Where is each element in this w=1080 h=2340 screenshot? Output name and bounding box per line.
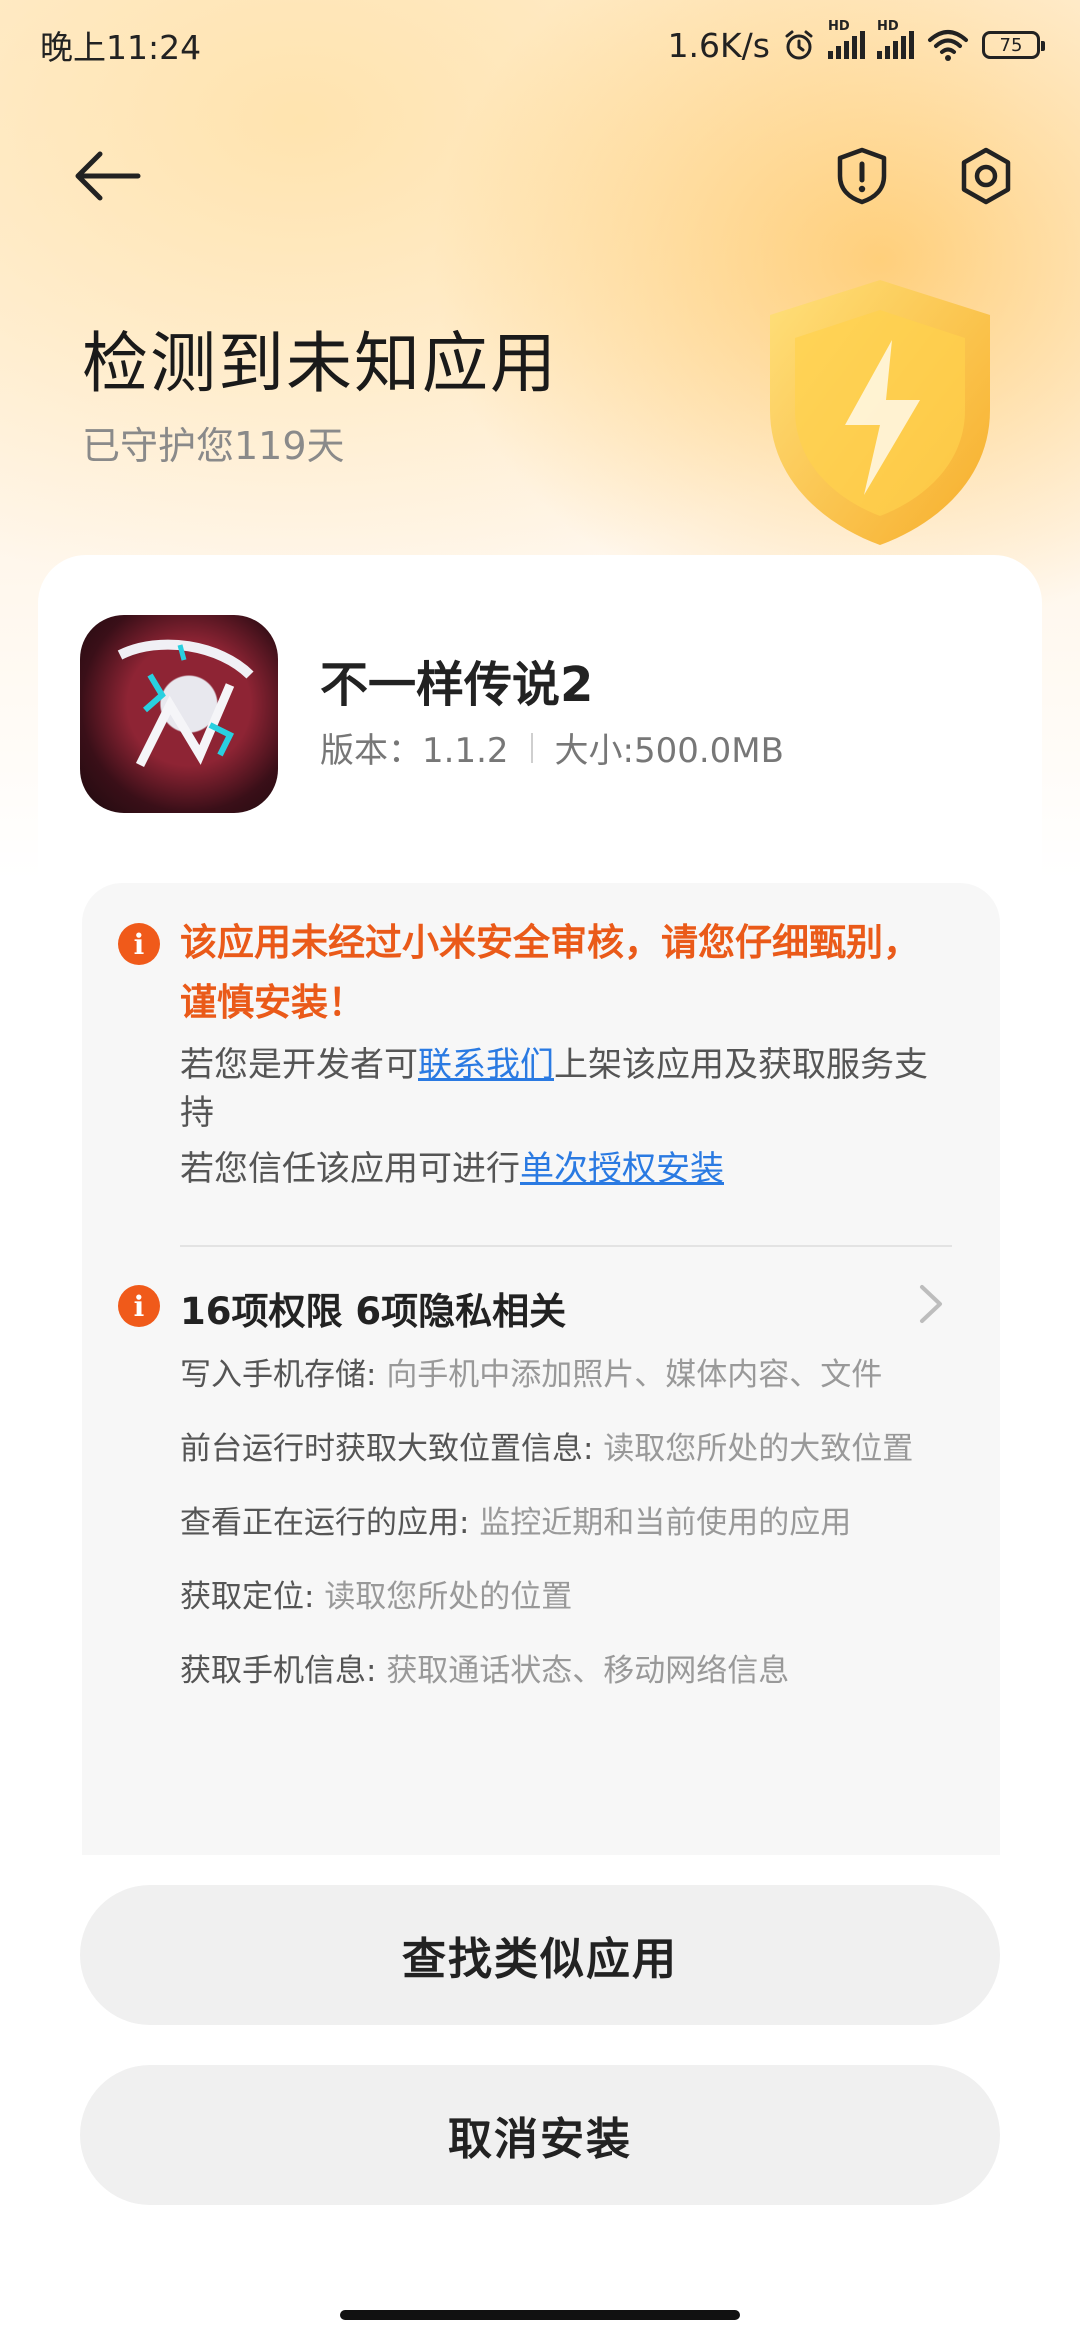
permission-desc: 向手机中添加照片、媒体内容、文件 [386, 1357, 883, 1393]
status-icons: 1.6K/s HD HD 75 [667, 19, 1045, 65]
network-speed: 1.6K/s [667, 25, 770, 65]
list-item: 前台运行时获取大致位置信息: 读取您所处的大致位置 [180, 1427, 950, 1471]
lightning-shield-icon [770, 280, 990, 545]
signal-2-icon: HD [877, 19, 914, 59]
trust-text-prefix: 若您信任该应用可进行 [180, 1149, 520, 1189]
chevron-right-icon [920, 1285, 942, 1323]
divider [180, 1245, 952, 1247]
alarm-icon [785, 30, 813, 60]
signal-1-hd: HD [828, 19, 850, 34]
signal-1-icon: HD [828, 19, 865, 59]
app-info-card: 不一样传说2 版本：1.1.2 大小:500.0MB i 该应用未经过小米安全审… [38, 555, 1042, 1855]
trust-install-text: 若您信任该应用可进行单次授权安装 [180, 1145, 724, 1193]
battery-icon: 75 [982, 31, 1045, 59]
gear-icon[interactable] [954, 144, 1018, 208]
wifi-icon [928, 30, 968, 61]
protection-days: 已守护您119天 [82, 424, 345, 468]
shield-exclamation-icon[interactable] [830, 144, 894, 208]
meta-divider [530, 732, 533, 763]
status-bar: 晚上11:24 1.6K/s HD HD 75 [0, 0, 1080, 90]
list-item: 获取手机信息: 获取通话状态、移动网络信息 [180, 1649, 950, 1693]
contact-us-link[interactable]: 联系我们 [418, 1045, 554, 1085]
info-icon: i [118, 1285, 160, 1327]
app-version: 版本：1.1.2 [320, 731, 509, 771]
permission-desc: 读取您所处的大致位置 [603, 1431, 914, 1467]
list-item: 获取定位: 读取您所处的位置 [180, 1575, 950, 1619]
permission-list: 写入手机存储: 向手机中添加照片、媒体内容、文件 前台运行时获取大致位置信息: … [180, 1353, 950, 1723]
app-size: 大小:500.0MB [554, 731, 784, 771]
permission-desc: 获取通话状态、移动网络信息 [386, 1653, 790, 1689]
info-icon: i [118, 923, 160, 965]
single-authorize-install-link[interactable]: 单次授权安装 [520, 1149, 724, 1189]
security-warning-panel: i 该应用未经过小米安全审核，请您仔细甄别，谨慎安装！ 若您是开发者可联系我们上… [82, 883, 1000, 1855]
app-meta: 版本：1.1.2 大小:500.0MB [320, 723, 784, 772]
permission-name: 获取手机信息: [180, 1653, 387, 1689]
app-name: 不一样传说2 [320, 657, 594, 713]
permission-name: 前台运行时获取大致位置信息: [180, 1431, 604, 1467]
back-arrow-icon[interactable] [72, 148, 142, 204]
permission-name: 写入手机存储: [180, 1357, 387, 1393]
permissions-summary: 16项权限 6项隐私相关 [180, 1290, 567, 1333]
developer-contact-text: 若您是开发者可联系我们上架该应用及获取服务支持 [180, 1041, 960, 1137]
app-icon [80, 615, 278, 813]
top-bar [0, 130, 1080, 220]
warning-title: 该应用未经过小米安全审核，请您仔细甄别，谨慎安装！ [180, 921, 920, 1024]
permission-desc: 监控近期和当前使用的应用 [479, 1505, 852, 1541]
permission-desc: 读取您所处的位置 [324, 1579, 573, 1615]
list-item: 写入手机存储: 向手机中添加照片、媒体内容、文件 [180, 1353, 950, 1397]
find-similar-apps-button[interactable]: 查找类似应用 [80, 1885, 1000, 2025]
signal-2-hd: HD [877, 19, 899, 34]
page-title: 检测到未知应用 [82, 325, 558, 402]
cancel-install-button[interactable]: 取消安装 [80, 2065, 1000, 2205]
status-time: 晚上11:24 [40, 28, 202, 67]
home-indicator[interactable] [340, 2310, 740, 2320]
list-item: 查看正在运行的应用: 监控近期和当前使用的应用 [180, 1501, 950, 1545]
app-art-icon [117, 639, 254, 768]
permission-name: 查看正在运行的应用: [180, 1505, 480, 1541]
dev-text-prefix: 若您是开发者可 [180, 1045, 418, 1085]
permission-name: 获取定位: [180, 1579, 325, 1615]
